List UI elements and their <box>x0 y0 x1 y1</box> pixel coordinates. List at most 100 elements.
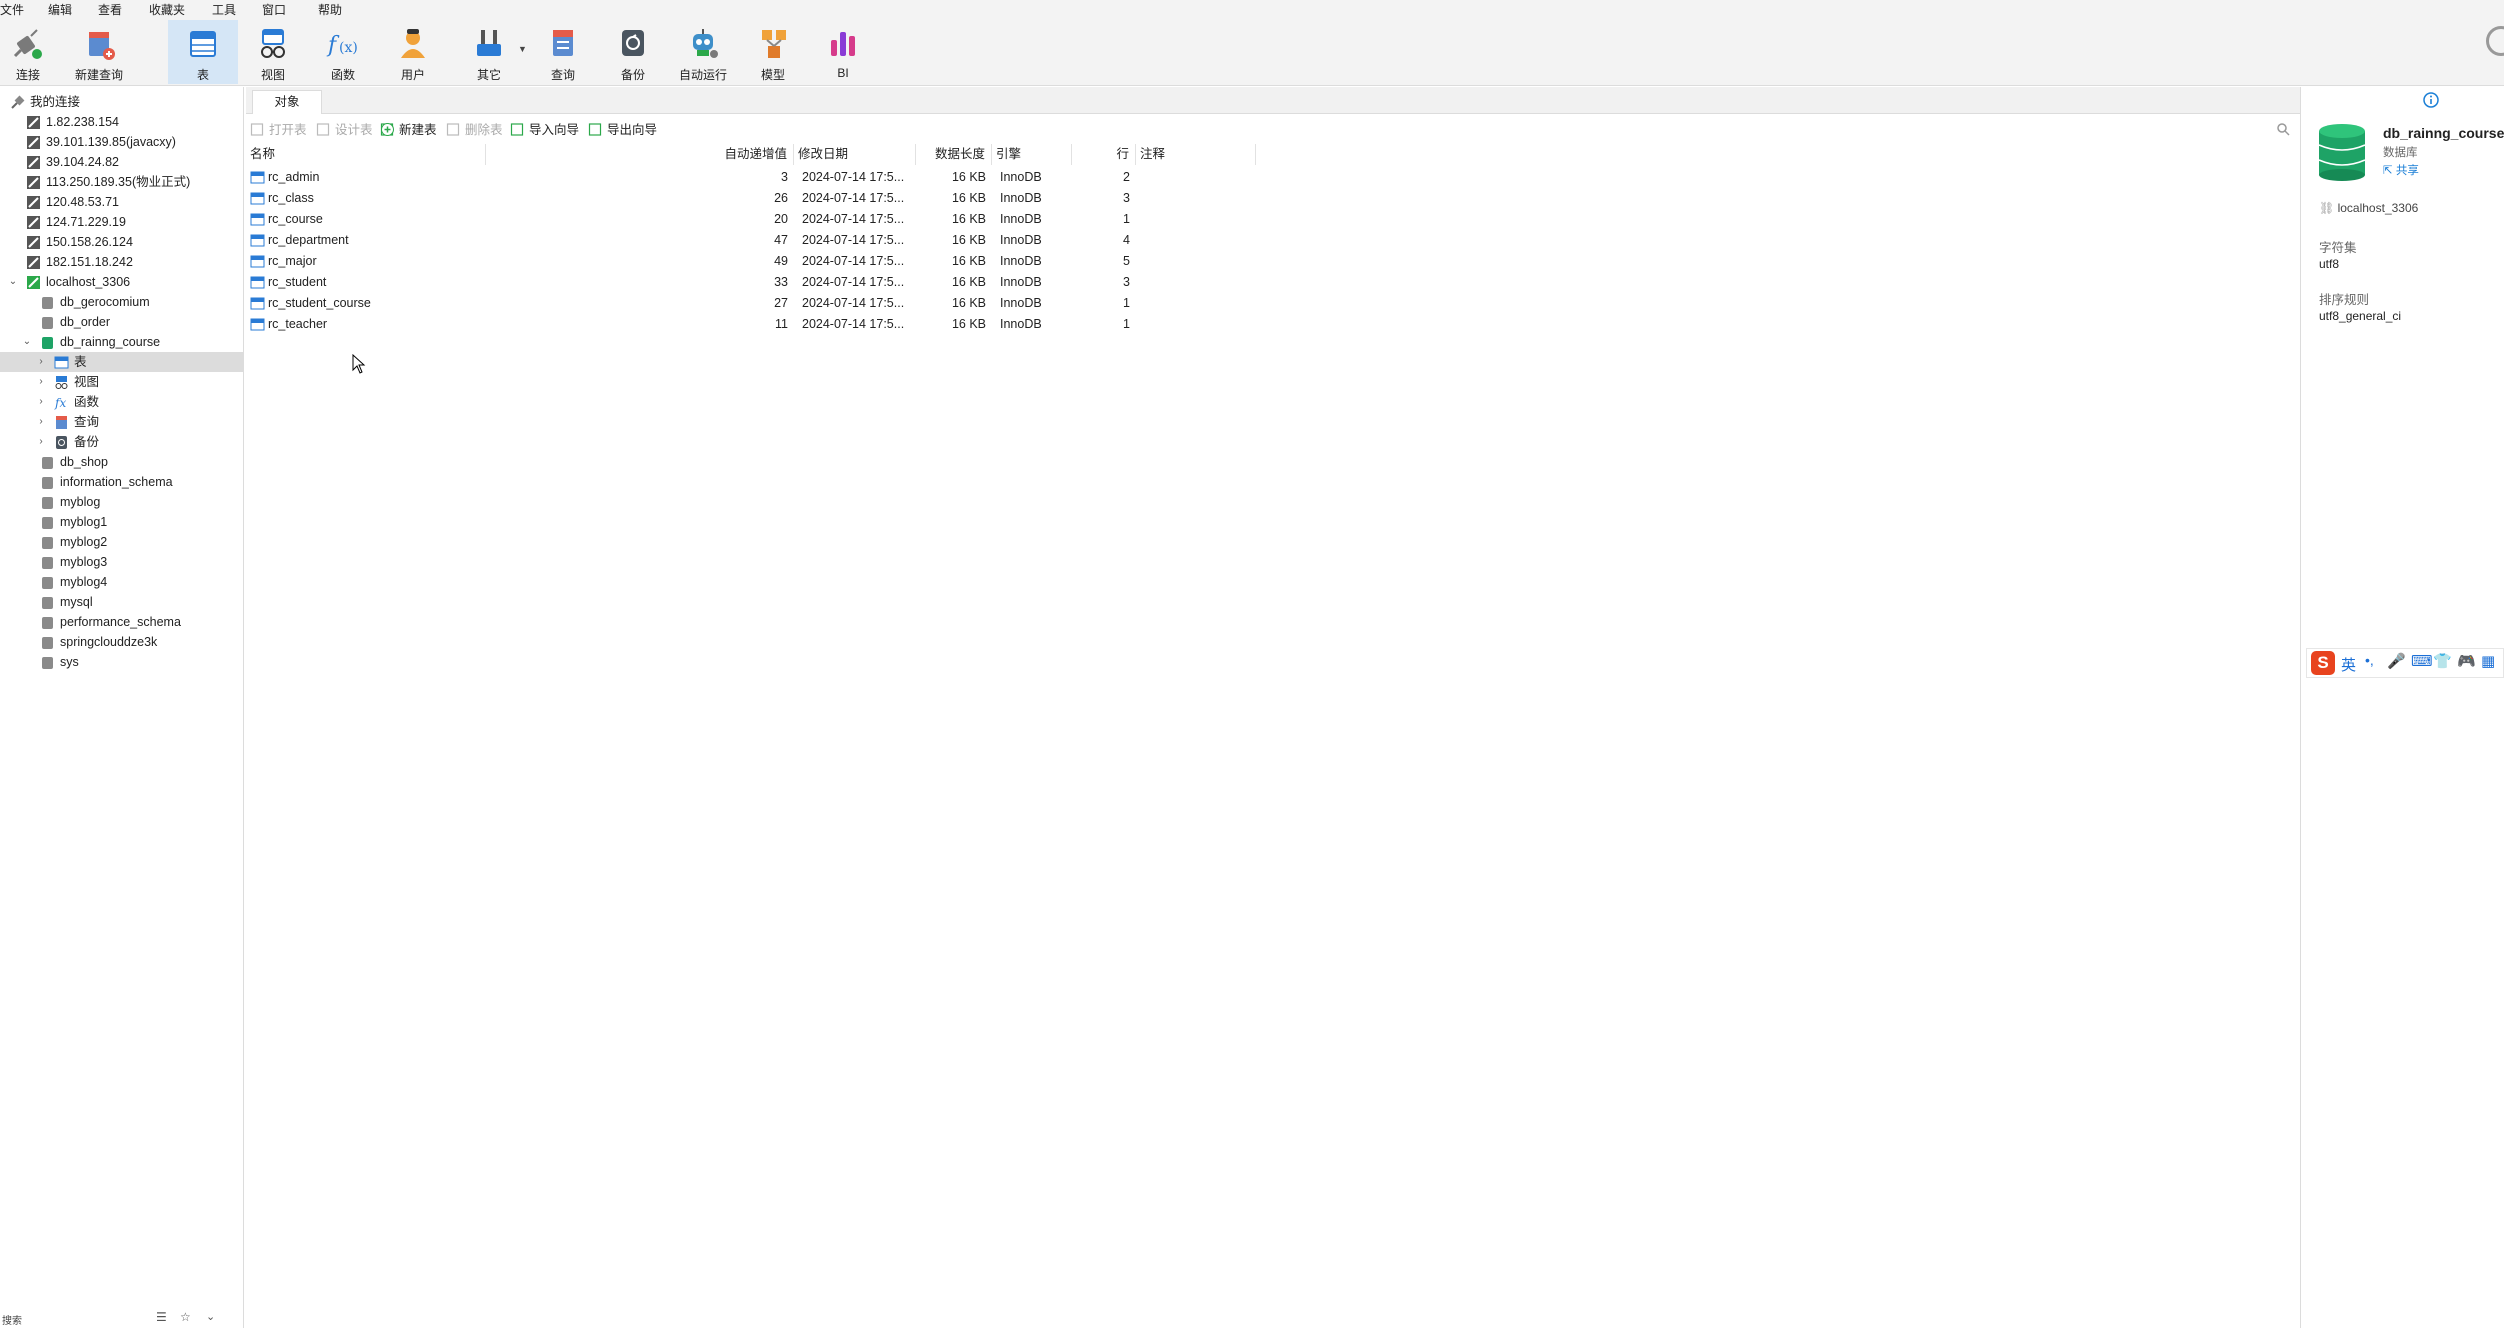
star-icon[interactable]: ☆ <box>180 1310 191 1324</box>
toolbox-icon[interactable]: ▦ <box>2481 652 2495 670</box>
toolbar-other-button[interactable]: 其它 <box>466 20 512 84</box>
tree-database-open[interactable]: ⌄ db_rainng_course <box>0 332 243 352</box>
menu-view[interactable]: 查看 <box>98 1 122 18</box>
menu-edit[interactable]: 编辑 <box>48 1 72 18</box>
tree-database[interactable]: db_order <box>0 312 243 332</box>
table-row[interactable]: rc_admin 3 2024-07-14 17:5... 16 KB InnoDB 2 <box>246 167 1256 188</box>
column-header[interactable]: 注释 <box>1136 144 1256 165</box>
menu-favorites[interactable]: 收藏夹 <box>149 1 185 18</box>
cell-auto: 26 <box>774 191 788 205</box>
tree-database[interactable]: myblog4 <box>0 572 243 592</box>
tree-database[interactable]: myblog <box>0 492 243 512</box>
new-table-button[interactable]: 新建表 <box>380 121 437 139</box>
tree-connection[interactable]: 113.250.189.35(物业正式) <box>0 172 243 192</box>
export-wizard-button[interactable]: 导出向导 <box>588 121 657 139</box>
menu-window[interactable]: 窗口 <box>262 1 286 18</box>
tree-connection[interactable]: 124.71.229.19 <box>0 212 243 232</box>
chevron-right-icon[interactable]: › <box>36 372 46 392</box>
microphone-icon[interactable]: 🎤 <box>2387 652 2406 670</box>
toolbar-bi-button[interactable]: BI <box>820 20 866 84</box>
delete-table-button[interactable]: 删除表 <box>446 121 503 139</box>
menu-help[interactable]: 帮助 <box>318 1 342 18</box>
table-row[interactable]: rc_course 20 2024-07-14 17:5... 16 KB InnoDB… <box>246 209 1256 230</box>
tree-connection[interactable]: 150.158.26.124 <box>0 232 243 252</box>
game-icon[interactable]: 🎮 <box>2457 652 2476 670</box>
menu-tools[interactable]: 工具 <box>212 1 236 18</box>
toolbar-view-button[interactable]: 视图 <box>250 20 296 84</box>
menu-file[interactable]: 文件 <box>0 1 24 18</box>
toolbar-user-button[interactable]: 用户 <box>390 20 436 84</box>
column-header[interactable]: 引擎 <box>992 144 1072 165</box>
database-icon <box>40 475 55 490</box>
tree-connection[interactable]: 1.82.238.154 <box>0 112 243 132</box>
toolbar-new-query-button[interactable]: 新建查询 <box>68 20 130 84</box>
column-header[interactable]: 名称 <box>246 144 486 165</box>
open-table-button[interactable]: 打开表 <box>250 121 307 139</box>
tab-objects[interactable]: 对象 <box>252 90 322 114</box>
tree-connection[interactable]: 120.48.53.71 <box>0 192 243 212</box>
table-row[interactable]: rc_major 49 2024-07-14 17:5... 16 KB InnoDB 5 <box>246 251 1256 272</box>
tree-connection[interactable]: 39.101.139.85(javacxy) <box>0 132 243 152</box>
toolbar-function-button[interactable]: f (x) 函数 <box>320 20 366 84</box>
tree-db-child[interactable]: › 表 <box>0 352 243 372</box>
table-icon <box>190 31 216 57</box>
info-icon[interactable] <box>2423 92 2439 108</box>
skin-icon[interactable]: 👕 <box>2433 652 2452 670</box>
punctuation-icon[interactable]: •, <box>2365 652 2374 668</box>
toolbar-table-button[interactable]: 表 <box>168 20 238 84</box>
filter-icon[interactable]: ☰ <box>156 1310 167 1324</box>
tree-database[interactable]: sys <box>0 652 243 672</box>
tree-database[interactable]: springclouddze3k <box>0 632 243 652</box>
chevron-right-icon[interactable]: › <box>36 432 46 452</box>
sogou-logo-icon[interactable]: S <box>2311 651 2335 675</box>
tree-db-child[interactable]: › 查询 <box>0 412 243 432</box>
import-wizard-button[interactable]: 导入向导 <box>510 121 579 139</box>
table-row[interactable]: rc_department 47 2024-07-14 17:5... 16 KB In… <box>246 230 1256 251</box>
tree-root-my-connections[interactable]: 我的连接 <box>0 92 243 112</box>
table-row[interactable]: rc_teacher 11 2024-07-14 17:5... 16 KB InnoD… <box>246 314 1256 335</box>
tree-database[interactable]: performance_schema <box>0 612 243 632</box>
bi-chart-icon <box>831 32 855 56</box>
cell-size: 16 KB <box>951 254 986 268</box>
column-header[interactable]: 修改日期 <box>794 144 916 165</box>
table-row[interactable]: rc_student_course 27 2024-07-14 17:5... 16 … <box>246 293 1256 314</box>
tree-db-child[interactable]: › 视图 <box>0 372 243 392</box>
toolbar-automation-button[interactable]: 自动运行 <box>672 20 734 84</box>
tree-search-label[interactable]: 搜索 <box>2 1312 22 1327</box>
chevron-down-icon[interactable]: ⌄ <box>22 332 32 352</box>
chevron-down-icon[interactable]: ⌄ <box>8 272 18 292</box>
tree-database[interactable]: db_gerocomium <box>0 292 243 312</box>
toolbar-connect-button[interactable]: 连接 <box>6 20 50 84</box>
chevron-right-icon[interactable]: › <box>36 412 46 432</box>
toolbar-model-button[interactable]: 模型 <box>750 20 796 84</box>
tree-database[interactable]: db_shop <box>0 452 243 472</box>
column-header[interactable]: 自动递增值 <box>486 144 794 165</box>
tree-connection[interactable]: 39.104.24.82 <box>0 152 243 172</box>
toolbar-query-button[interactable]: 查询 <box>540 20 586 84</box>
chevron-right-icon[interactable]: › <box>36 352 46 372</box>
tree-database[interactable]: myblog2 <box>0 532 243 552</box>
tree-database[interactable]: mysql <box>0 592 243 612</box>
tree-connection-localhost[interactable]: ⌄ localhost_3306 <box>0 272 243 292</box>
keyboard-icon[interactable]: ⌨ <box>2411 652 2433 670</box>
tree-db-child[interactable]: › fx 函数 <box>0 392 243 412</box>
tree-connection[interactable]: 182.151.18.242 <box>0 252 243 272</box>
table-row[interactable]: rc_class 26 2024-07-14 17:5... 16 KB InnoDB 3 <box>246 188 1256 209</box>
tree-database[interactable]: myblog3 <box>0 552 243 572</box>
share-link[interactable]: ⇱ 共享 <box>2383 162 2419 178</box>
column-header[interactable]: 数据长度 <box>916 144 992 165</box>
tree-database[interactable]: myblog1 <box>0 512 243 532</box>
design-table-button[interactable]: 设计表 <box>316 121 373 139</box>
chevron-right-icon[interactable]: › <box>36 392 46 412</box>
column-header[interactable]: 行 <box>1072 144 1136 165</box>
ime-lang[interactable]: 英 <box>2341 654 2356 675</box>
search-icon[interactable] <box>2276 122 2290 136</box>
tree-database[interactable]: information_schema <box>0 472 243 492</box>
tree-db-child[interactable]: › 备份 <box>0 432 243 452</box>
toolbar-backup-button[interactable]: 备份 <box>610 20 656 84</box>
other-dropdown-icon[interactable]: ▼ <box>518 44 527 54</box>
chevron-down-icon[interactable]: ⌄ <box>206 1310 215 1323</box>
profile-avatar-icon[interactable] <box>2486 26 2504 56</box>
cell-name: rc_student <box>268 275 327 289</box>
table-row[interactable]: rc_student 33 2024-07-14 17:5... 16 KB InnoD… <box>246 272 1256 293</box>
